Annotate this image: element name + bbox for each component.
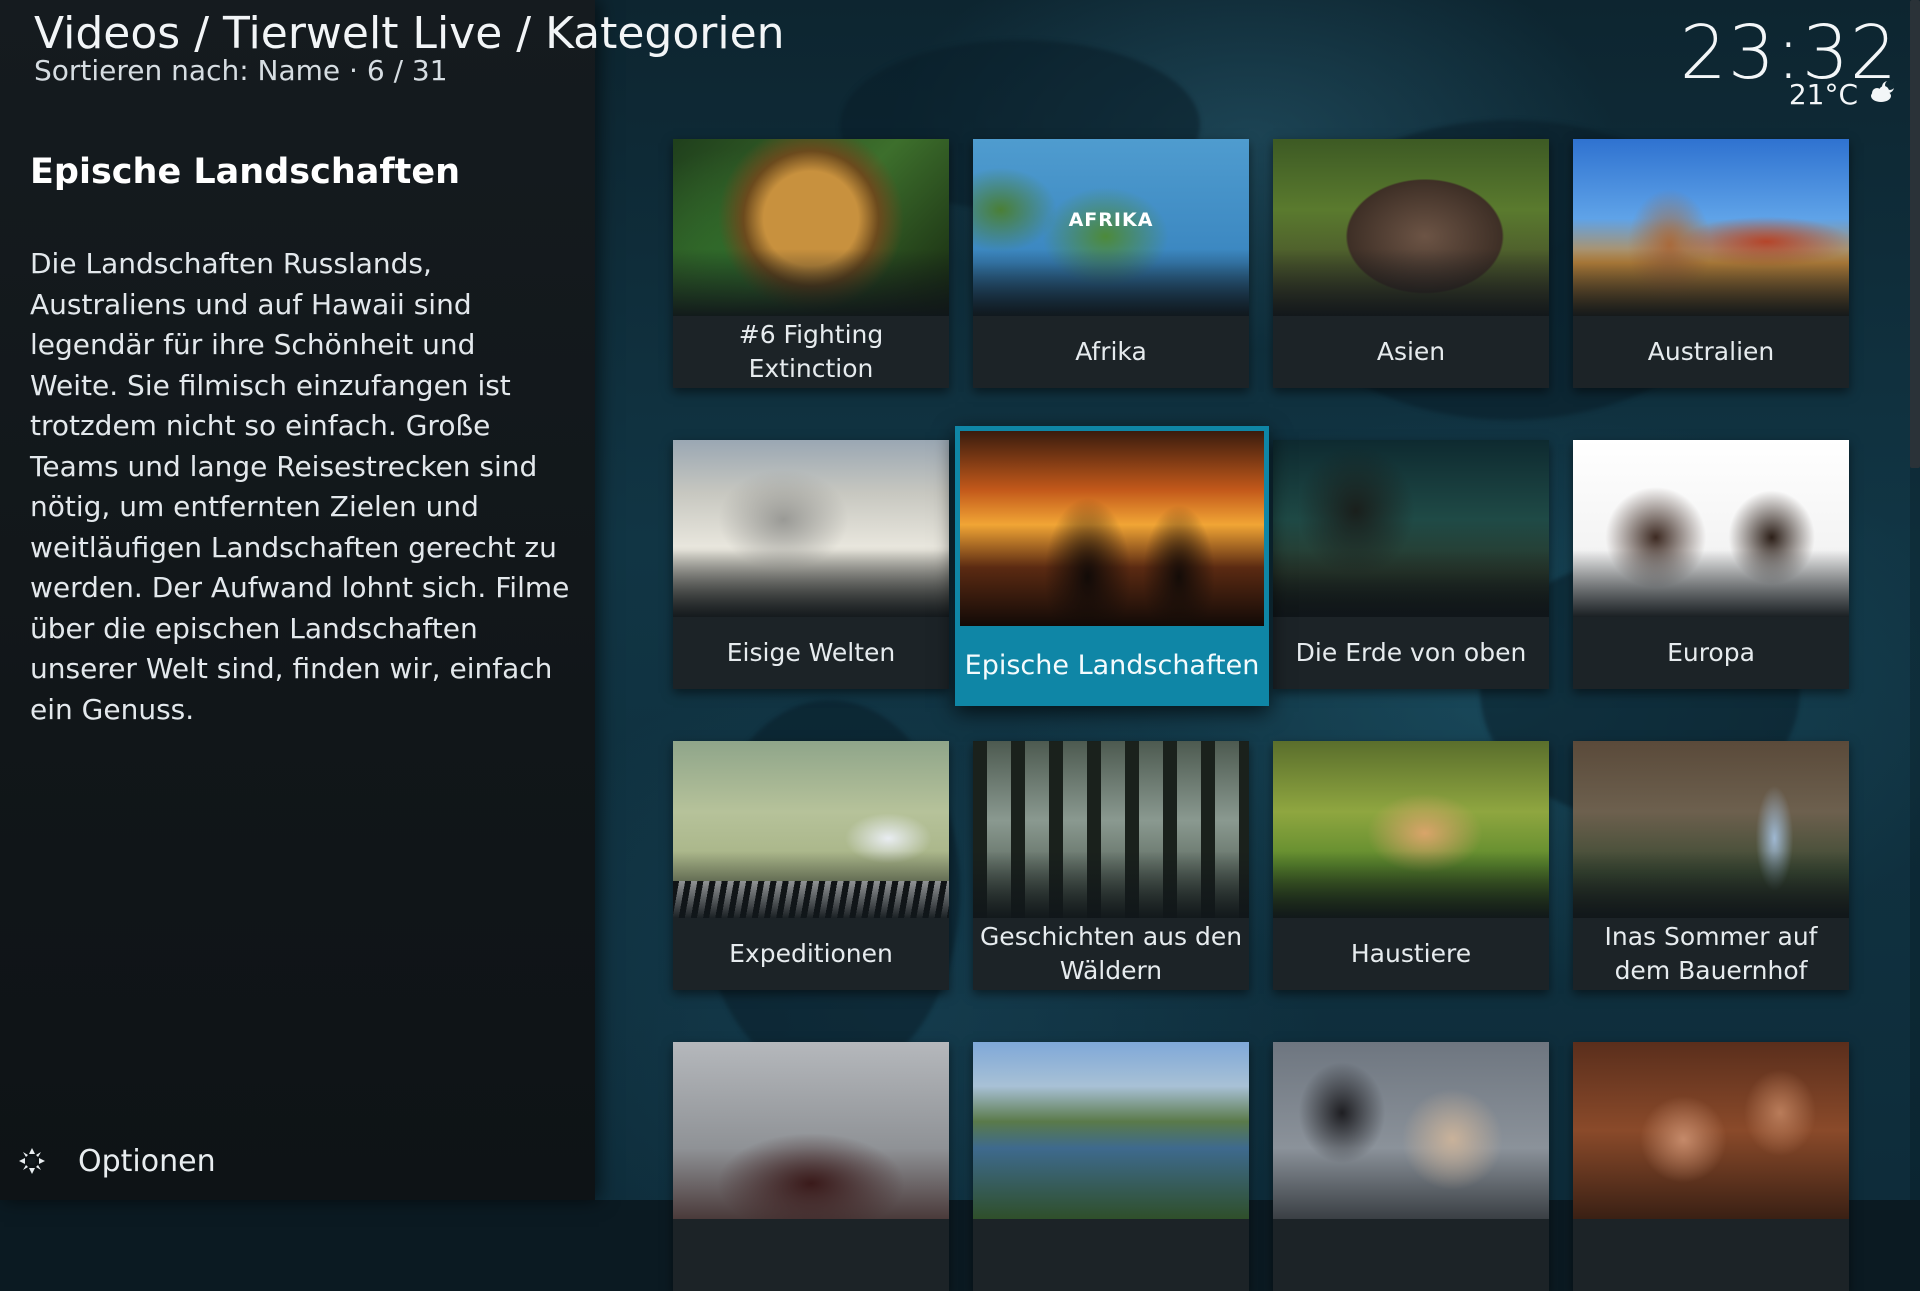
grid-item-label: Asien: [1273, 316, 1549, 388]
grid-item-label: [973, 1219, 1249, 1291]
grid-item[interactable]: Inas Sommer auf dem Bauernhof: [1573, 741, 1849, 990]
grid-item-label: Expeditionen: [673, 918, 949, 990]
grid-item-label: Afrika: [973, 316, 1249, 388]
thumbnail: [1573, 1042, 1849, 1219]
grid-item-label: Australien: [1573, 316, 1849, 388]
grid-item[interactable]: [973, 1042, 1249, 1291]
options-label: Optionen: [78, 1143, 216, 1179]
grid-item[interactable]: #6 Fighting Extinction: [673, 139, 949, 388]
scrollbar-thumb[interactable]: [1910, 0, 1920, 468]
weather: 21°C: [1789, 78, 1898, 111]
gear-icon: [14, 1143, 50, 1179]
grid-item[interactable]: Haustiere: [1273, 741, 1549, 990]
grid-item-label: [1573, 1219, 1849, 1291]
scrollbar[interactable]: [1910, 0, 1920, 1200]
grid-item-label: [673, 1219, 949, 1291]
grid-item-label: #6 Fighting Extinction: [673, 316, 949, 388]
grid-item[interactable]: Eisige Welten: [673, 440, 949, 689]
breadcrumb: Videos / Tierwelt Live / Kategorien: [34, 8, 785, 59]
grid-item[interactable]: Expeditionen: [673, 741, 949, 990]
info-title: Epische Landschaften: [30, 152, 460, 192]
grid-item[interactable]: Asien: [1273, 139, 1549, 388]
thumbnail: [673, 1042, 949, 1219]
grid-item[interactable]: Geschichten aus den Wäldern: [973, 741, 1249, 990]
grid-item-label: Inas Sommer auf dem Bauernhof: [1573, 918, 1849, 990]
grid-item[interactable]: Die Erde von oben: [1273, 440, 1549, 689]
thumbnail-text: AFRIKA: [1068, 209, 1154, 231]
partly-cloudy-night-icon: [1868, 78, 1898, 111]
grid-item[interactable]: [673, 1042, 949, 1291]
info-panel: Videos / Tierwelt Live / Kategorien Sort…: [0, 0, 785, 1200]
grid-item[interactable]: Europa: [1573, 440, 1849, 689]
thumbnail: [973, 1042, 1249, 1219]
grid-item[interactable]: AFRIKA Afrika: [973, 139, 1249, 388]
grid-item-label: Geschichten aus den Wäldern: [973, 918, 1249, 990]
options-button[interactable]: Optionen: [14, 1143, 216, 1179]
grid-item[interactable]: [1573, 1042, 1849, 1291]
temperature: 21°C: [1788, 78, 1858, 111]
grid-item-label: Epische Landschaften: [955, 626, 1269, 706]
info-description: Die Landschaften Russlands, Australiens …: [30, 247, 570, 726]
thumbnail: [960, 431, 1264, 626]
grid-item-label: [1273, 1219, 1549, 1291]
grid-item[interactable]: Australien: [1573, 139, 1849, 388]
grid-item-label: Die Erde von oben: [1273, 617, 1549, 689]
grid-item-focused[interactable]: Epische Landschaften: [955, 426, 1269, 706]
grid-item-label: Europa: [1573, 617, 1849, 689]
grid-item[interactable]: [1273, 1042, 1549, 1291]
sort-info: Sortieren nach: Name · 6 / 31: [34, 54, 448, 87]
thumbnail: [1273, 1042, 1549, 1219]
grid-item-label: Haustiere: [1273, 918, 1549, 990]
grid-item-label: Eisige Welten: [673, 617, 949, 689]
